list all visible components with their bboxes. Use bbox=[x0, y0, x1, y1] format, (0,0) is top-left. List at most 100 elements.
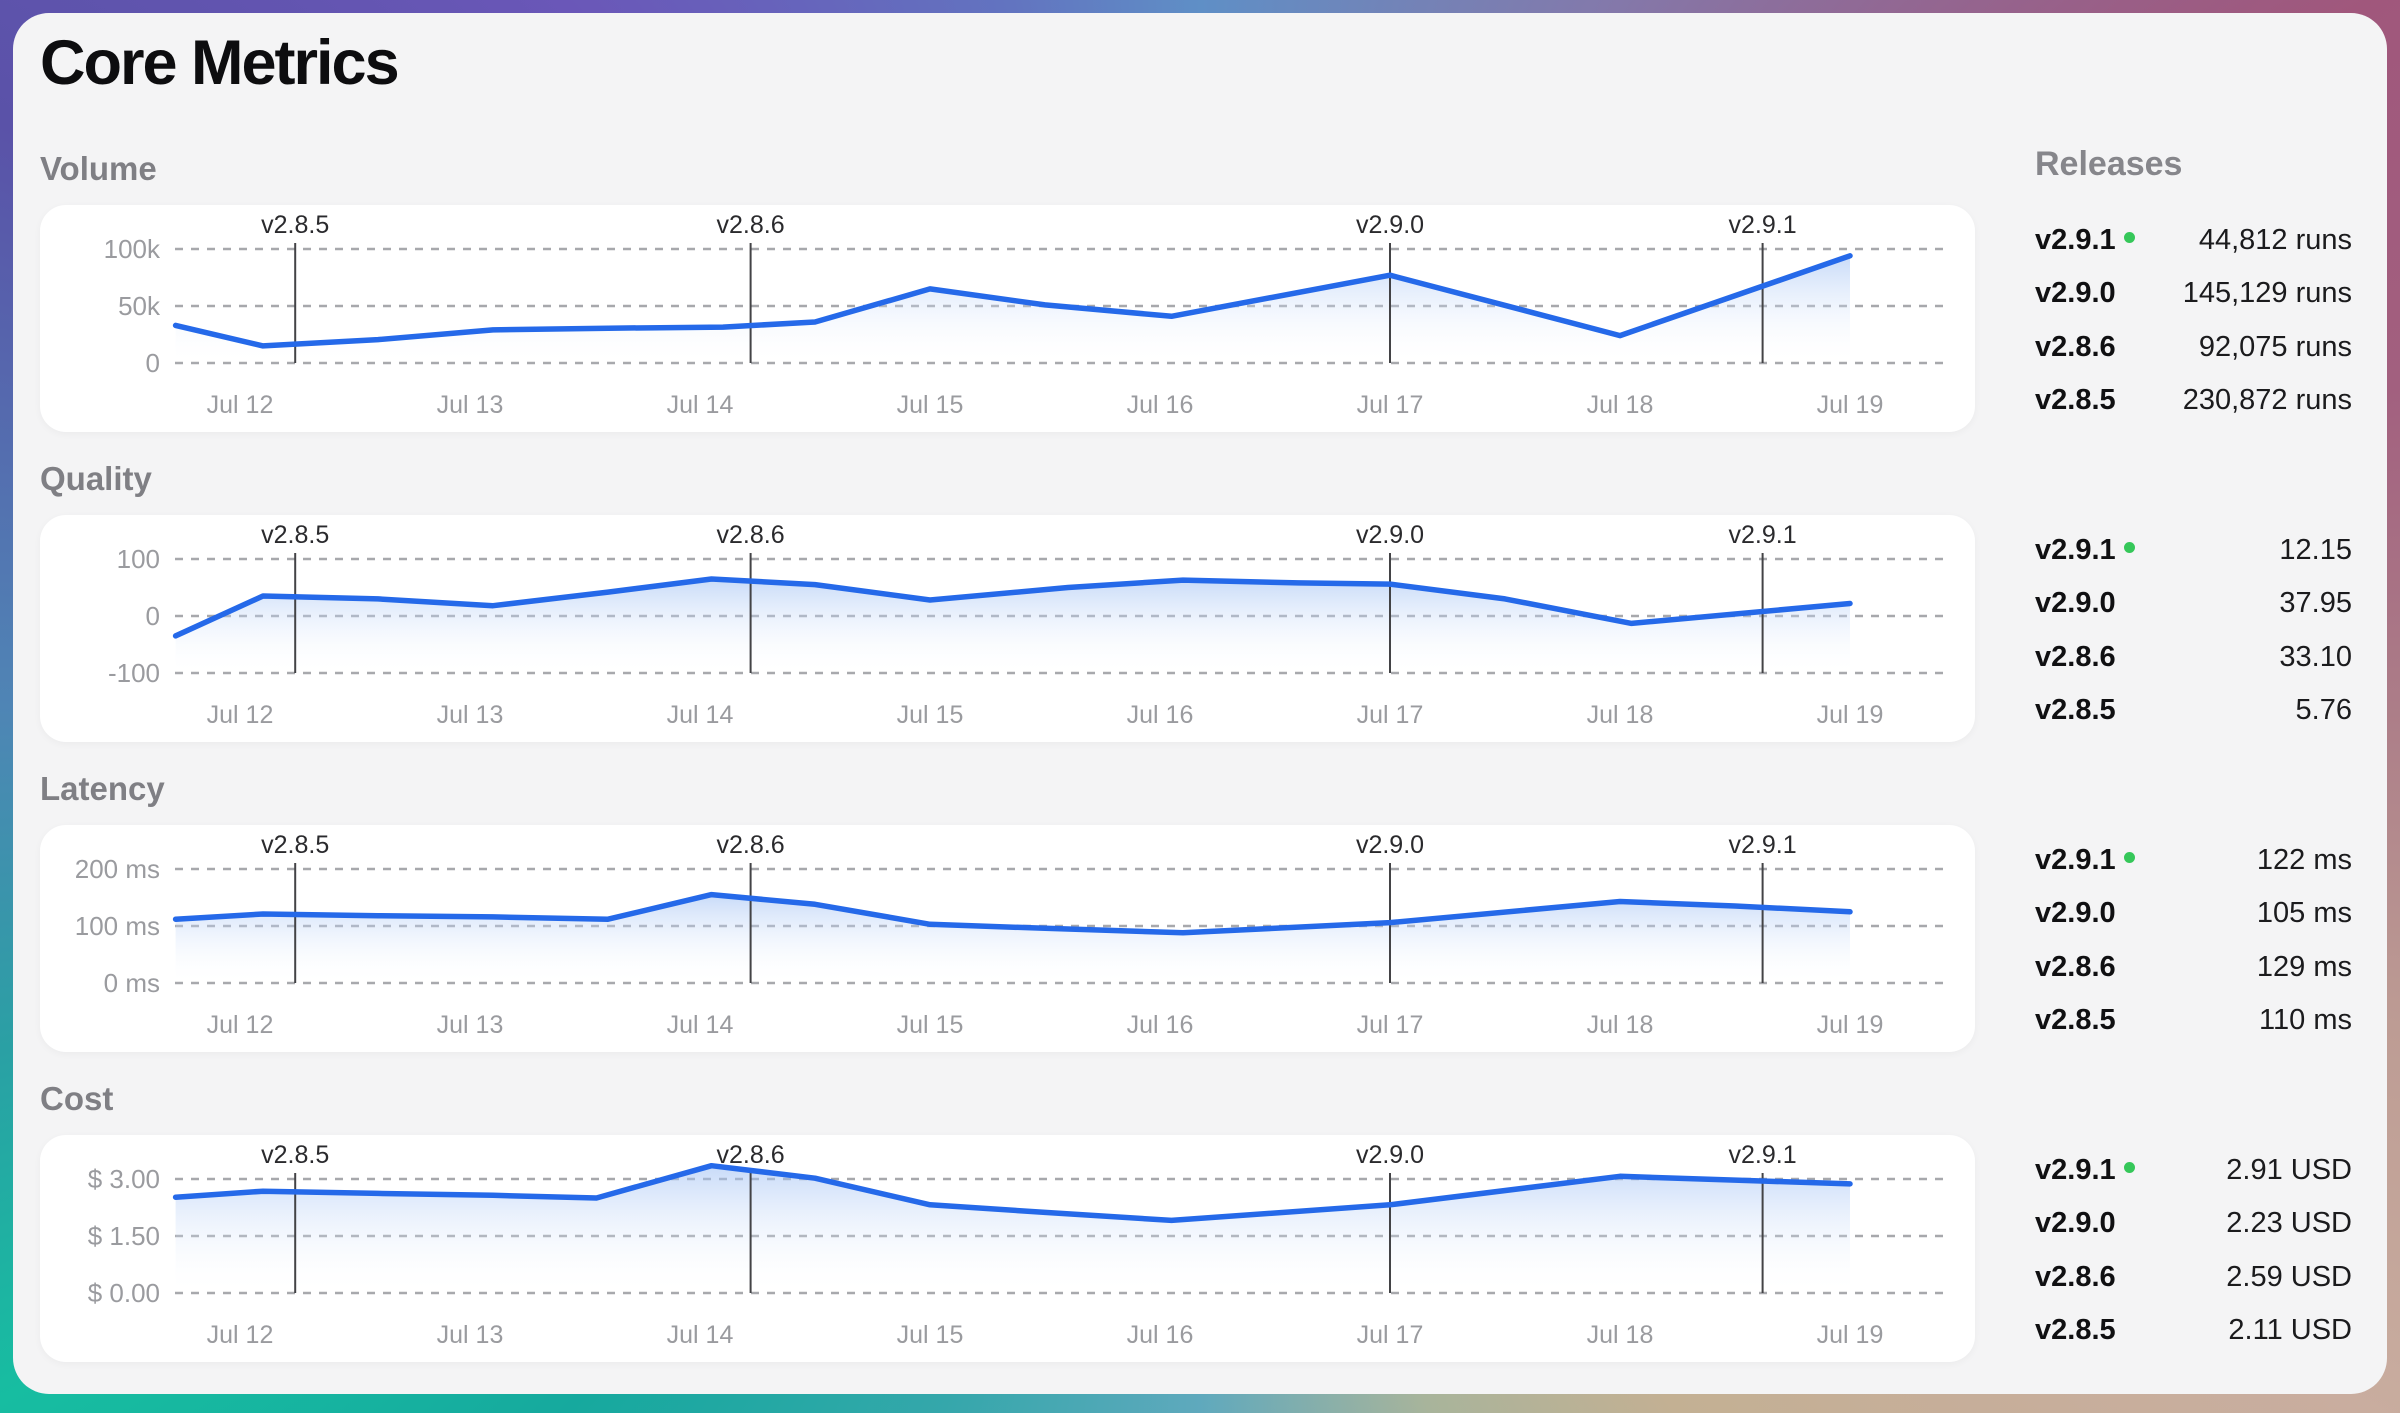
y-axis-label: $ 0.00 bbox=[88, 1278, 160, 1308]
release-marker-label: v2.9.0 bbox=[1356, 1141, 1424, 1169]
y-axis-label: -100 bbox=[108, 658, 160, 688]
release-marker-label: v2.9.1 bbox=[1729, 1141, 1797, 1169]
release-row: v2.8.6129 ms bbox=[2035, 941, 2352, 994]
y-axis-label: 100k bbox=[104, 234, 161, 264]
release-value: 44,812 runs bbox=[2199, 224, 2352, 257]
section-title: Volume bbox=[40, 150, 640, 190]
x-axis-label: Jul 12 bbox=[207, 1321, 274, 1349]
x-axis-label: Jul 18 bbox=[1587, 1011, 1654, 1039]
release-value: 2.91 USD bbox=[2226, 1154, 2352, 1187]
quality-chart[interactable]: 1000-100v2.8.5v2.8.6v2.9.0v2.9.1Jul 12Ju… bbox=[40, 515, 1975, 742]
release-version: v2.9.1 bbox=[2035, 844, 2135, 877]
cost-chart[interactable]: $ 3.00$ 1.50$ 0.00v2.8.5v2.8.6v2.9.0v2.9… bbox=[40, 1135, 1975, 1362]
x-axis-label: Jul 13 bbox=[437, 701, 504, 729]
y-axis-label: 200 ms bbox=[75, 854, 160, 884]
series-area bbox=[176, 895, 1850, 983]
release-row: v2.9.037.95 bbox=[2035, 577, 2352, 630]
current-release-dot bbox=[2124, 1162, 2135, 1173]
y-axis-label: $ 1.50 bbox=[88, 1221, 160, 1251]
release-marker-label: v2.8.6 bbox=[717, 831, 785, 859]
release-version: v2.9.0 bbox=[2035, 277, 2116, 310]
releases-panel-title: Releases bbox=[2035, 145, 2355, 187]
latency-chart[interactable]: 200 ms100 ms0 msv2.8.5v2.8.6v2.9.0v2.9.1… bbox=[40, 825, 1975, 1052]
release-version: v2.9.0 bbox=[2035, 587, 2116, 620]
y-axis-label: 0 bbox=[146, 348, 160, 378]
y-axis-label: 100 ms bbox=[75, 911, 160, 941]
x-axis-label: Jul 13 bbox=[437, 391, 504, 419]
release-marker-label: v2.9.1 bbox=[1729, 211, 1797, 239]
x-axis-label: Jul 15 bbox=[897, 1011, 964, 1039]
x-axis-label: Jul 18 bbox=[1587, 1321, 1654, 1349]
x-axis-label: Jul 17 bbox=[1357, 1321, 1424, 1349]
x-axis-label: Jul 19 bbox=[1817, 1011, 1884, 1039]
release-value: 2.11 USD bbox=[2228, 1314, 2352, 1347]
release-row: v2.8.5 2.11 USD bbox=[2035, 1304, 2352, 1357]
release-marker-label: v2.8.5 bbox=[261, 1141, 329, 1169]
release-marker-label: v2.8.5 bbox=[261, 521, 329, 549]
release-version: v2.8.6 bbox=[2035, 951, 2116, 984]
y-axis-label: 100 bbox=[117, 544, 160, 574]
release-marker-label: v2.9.0 bbox=[1356, 211, 1424, 239]
volume-release-group: v2.9.1 44,812 runs v2.9.0 145,129 runs v2.8.… bbox=[2035, 214, 2352, 427]
release-version: v2.9.1 bbox=[2035, 1154, 2135, 1187]
release-value: 230,872 runs bbox=[2183, 384, 2352, 417]
release-row: v2.9.02.23 USD bbox=[2035, 1197, 2352, 1250]
x-axis-label: Jul 17 bbox=[1357, 701, 1424, 729]
x-axis-label: Jul 16 bbox=[1127, 1321, 1194, 1349]
release-value: 5.76 bbox=[2296, 694, 2352, 727]
release-version: v2.9.1 bbox=[2035, 224, 2135, 257]
release-row: v2.8.5 230,872 runs bbox=[2035, 374, 2352, 427]
x-axis-label: Jul 14 bbox=[667, 391, 734, 419]
release-row: v2.9.1 2.91 USD bbox=[2035, 1144, 2352, 1197]
volume-chart[interactable]: 100k50k0v2.8.5v2.8.6v2.9.0v2.9.1Jul 12Ju… bbox=[40, 205, 1975, 432]
release-value: 122 ms bbox=[2257, 844, 2352, 877]
x-axis-label: Jul 13 bbox=[437, 1321, 504, 1349]
release-row: v2.8.5110 ms bbox=[2035, 994, 2352, 1047]
dashboard-root: { "app": { "title": "Core Metrics" }, "r… bbox=[0, 0, 2400, 1413]
release-value: 2.59 USD bbox=[2226, 1261, 2352, 1294]
release-value: 2.23 USD bbox=[2226, 1207, 2352, 1240]
release-version: v2.8.5 bbox=[2035, 384, 2116, 417]
release-marker-label: v2.8.5 bbox=[261, 831, 329, 859]
quality-release-group: v2.9.112.15v2.9.037.95v2.8.633.10v2.8.55… bbox=[2035, 524, 2352, 737]
series-area bbox=[176, 256, 1850, 363]
release-row: v2.9.1 44,812 runs bbox=[2035, 214, 2352, 267]
release-marker-label: v2.8.6 bbox=[717, 211, 785, 239]
latency-release-group: v2.9.1122 msv2.9.0105 msv2.8.6129 msv2.8… bbox=[2035, 834, 2352, 1047]
release-marker-label: v2.8.5 bbox=[261, 211, 329, 239]
chart-card: 100k50k0v2.8.5v2.8.6v2.9.0v2.9.1Jul 12Ju… bbox=[40, 205, 1975, 432]
chart-card: 1000-100v2.8.5v2.8.6v2.9.0v2.9.1Jul 12Ju… bbox=[40, 515, 1975, 742]
release-value: 110 ms bbox=[2259, 1004, 2352, 1037]
release-version: v2.9.1 bbox=[2035, 534, 2135, 567]
x-axis-label: Jul 12 bbox=[207, 701, 274, 729]
x-axis-label: Jul 14 bbox=[667, 1321, 734, 1349]
x-axis-label: Jul 16 bbox=[1127, 1011, 1194, 1039]
x-axis-label: Jul 15 bbox=[897, 1321, 964, 1349]
release-version: v2.8.6 bbox=[2035, 331, 2116, 364]
release-marker-label: v2.8.6 bbox=[717, 521, 785, 549]
release-version: v2.8.5 bbox=[2035, 694, 2116, 727]
x-axis-label: Jul 19 bbox=[1817, 701, 1884, 729]
x-axis-label: Jul 15 bbox=[897, 701, 964, 729]
release-marker-label: v2.9.0 bbox=[1356, 831, 1424, 859]
release-marker-label: v2.9.1 bbox=[1729, 831, 1797, 859]
y-axis-label: 0 bbox=[146, 601, 160, 631]
x-axis-label: Jul 15 bbox=[897, 391, 964, 419]
x-axis-label: Jul 19 bbox=[1817, 391, 1884, 419]
x-axis-label: Jul 14 bbox=[667, 701, 734, 729]
x-axis-label: Jul 17 bbox=[1357, 391, 1424, 419]
series-area bbox=[176, 1166, 1850, 1293]
release-version: v2.8.5 bbox=[2035, 1314, 2116, 1347]
chart-card: 200 ms100 ms0 msv2.8.5v2.8.6v2.9.0v2.9.1… bbox=[40, 825, 1975, 1052]
release-row: v2.8.692,075 runs bbox=[2035, 321, 2352, 374]
release-row: v2.9.0 145,129 runs bbox=[2035, 267, 2352, 320]
current-release-dot bbox=[2124, 542, 2135, 553]
x-axis-label: Jul 12 bbox=[207, 391, 274, 419]
x-axis-label: Jul 14 bbox=[667, 1011, 734, 1039]
release-version: v2.8.6 bbox=[2035, 1261, 2116, 1294]
current-release-dot bbox=[2124, 852, 2135, 863]
section-title: Cost bbox=[40, 1080, 640, 1120]
x-axis-label: Jul 12 bbox=[207, 1011, 274, 1039]
release-value: 145,129 runs bbox=[2183, 277, 2352, 310]
release-version: v2.8.6 bbox=[2035, 641, 2116, 674]
